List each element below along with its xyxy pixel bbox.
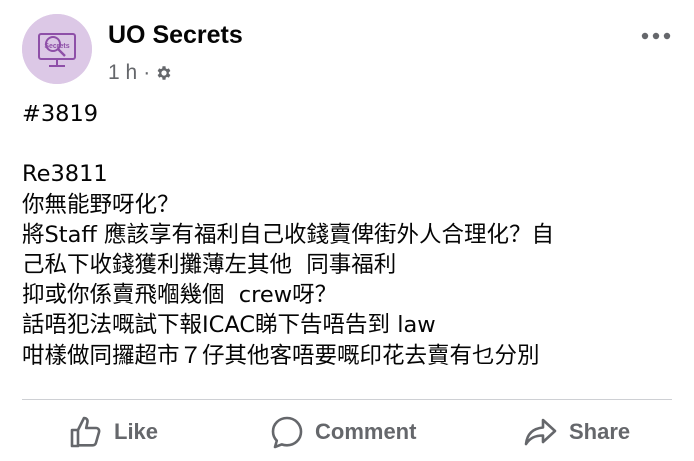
post-line: 咁樣做同攞超市７仔其他客唔要嘅印花去賣有乜分別 xyxy=(22,342,540,369)
svg-text:Secrets: Secrets xyxy=(44,43,69,50)
share-arrow-icon xyxy=(523,414,559,450)
uo-secrets-logo-icon: Secrets xyxy=(22,14,92,84)
post-line-blank xyxy=(22,129,672,159)
post-line: Re3811 xyxy=(22,161,108,188)
post-line: 己私下收錢獲利攤薄左其他 同事福利 xyxy=(22,251,397,278)
actions-divider xyxy=(22,399,672,400)
post-meta: 1 h · xyxy=(108,60,173,86)
post-line: 話唔犯法嘅試下報ICAC睇下告唔告到 law xyxy=(22,312,436,339)
like-label: Like xyxy=(114,419,159,444)
comment-button[interactable]: Comment xyxy=(269,404,416,460)
comment-bubble-icon xyxy=(269,414,305,450)
more-dots-icon xyxy=(641,32,671,40)
post-line: 你無能野呀化？ xyxy=(22,191,180,218)
thumbs-up-icon xyxy=(68,414,104,450)
page-name[interactable]: UO Secrets xyxy=(108,21,243,50)
post-line: 將Staff 應該享有福利自己收錢賣俾街外人合理化？自 xyxy=(22,221,555,248)
post-actions-bar: Like Comment Share xyxy=(0,404,694,460)
gear-icon[interactable] xyxy=(155,64,173,82)
post-line: #3819 xyxy=(22,101,99,127)
like-button[interactable]: Like xyxy=(68,404,158,460)
post-timestamp[interactable]: 1 h xyxy=(108,61,137,85)
post-body: #3819 Re3811 你無能野呀化？ 將Staff 應該享有福利自己收錢賣俾… xyxy=(22,99,672,371)
more-options-button[interactable] xyxy=(638,24,674,48)
share-label: Share xyxy=(569,419,631,444)
share-button[interactable]: Share xyxy=(523,404,630,460)
comment-label: Comment xyxy=(315,419,417,444)
avatar[interactable]: Secrets xyxy=(22,14,92,84)
post-header: Secrets UO Secrets 1 h · xyxy=(22,14,676,88)
post-line: 抑或你係賣飛嗰幾個 crew呀？ xyxy=(22,282,338,309)
meta-separator: · xyxy=(143,61,151,84)
